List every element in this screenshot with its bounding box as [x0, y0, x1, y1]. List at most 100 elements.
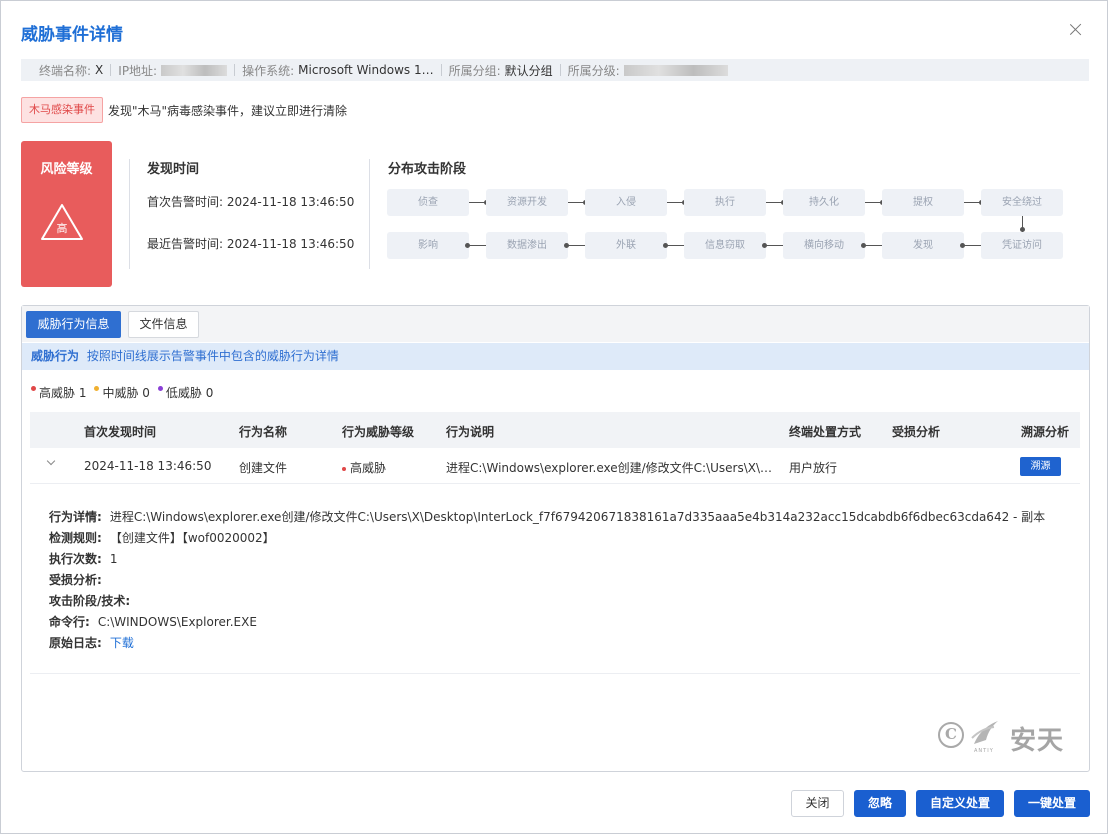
- tab-file-info[interactable]: 文件信息: [128, 311, 199, 338]
- detail-count: 执行次数: 1: [49, 550, 117, 567]
- col-trace: 溯源分析: [1021, 425, 1070, 439]
- download-link[interactable]: 下载: [110, 636, 134, 650]
- attack-stage-row1-0: 侦查: [387, 189, 469, 216]
- divider: [440, 64, 442, 76]
- legend-high: 高威胁 1: [31, 384, 86, 401]
- alert-message: 发现"木马"病毒感染事件，建议立即进行清除: [108, 104, 348, 118]
- threat-event-dialog: 威胁事件详情 终端名称: X IP地址: 操作系统: Microsoft Win…: [0, 0, 1108, 834]
- detail-damage: 受损分析:: [49, 571, 110, 588]
- stage-connector-dot: [465, 243, 470, 248]
- detail-damage-key: 受损分析:: [49, 573, 102, 587]
- col-action: 终端处置方式: [789, 425, 862, 439]
- stage-connector-dot: [960, 243, 965, 248]
- detail-behavior-key: 行为详情:: [49, 510, 102, 524]
- discovery-time-title: 发现时间: [147, 162, 200, 177]
- attack-stage-row1-3: 执行: [684, 189, 766, 216]
- attack-stage-row2-4: 横向移动: [783, 232, 865, 259]
- attack-stage-row1-4: 持久化: [783, 189, 865, 216]
- level-redacted: [623, 64, 728, 76]
- terminal-name: 终端名称: X: [39, 62, 103, 79]
- attack-stages-title: 分布攻击阶段: [388, 162, 467, 177]
- stage-connector-dot: [762, 243, 767, 248]
- stage-connector-dot: [564, 243, 569, 248]
- row-behavior-name: 创建文件: [239, 461, 288, 475]
- group-value: 默认分组: [504, 63, 553, 78]
- ignore-button[interactable]: 忽略: [854, 790, 906, 817]
- detail-rule-key: 检测规则:: [49, 531, 102, 545]
- trace-button[interactable]: 溯源: [1020, 457, 1061, 476]
- stage-connector-dot: [1020, 227, 1025, 232]
- detail-count-key: 执行次数:: [49, 552, 102, 566]
- last-alert-label: 最近告警时间:: [147, 237, 224, 251]
- low-dot-icon: [157, 386, 163, 391]
- last-alert-value: 2024-11-18 13:46:50: [226, 237, 355, 251]
- legend-low-label: 低威胁 0: [165, 386, 214, 400]
- attack-stage-row2-2: 外联: [585, 232, 667, 259]
- high-dot-icon: [31, 386, 36, 391]
- level: 所属分级:: [568, 62, 728, 79]
- attack-stage-row2-0: 影响: [387, 232, 469, 259]
- hint-title: 威胁行为: [31, 349, 80, 363]
- row-severity: 高威胁: [342, 459, 386, 476]
- event-type-tag: 木马感染事件: [21, 97, 103, 123]
- os-key: 操作系统:: [242, 63, 295, 78]
- risk-level-title: 风险等级: [40, 162, 93, 177]
- detail-stage: 攻击阶段/技术:: [49, 592, 138, 609]
- one-click-action-button[interactable]: 一键处置: [1014, 790, 1090, 817]
- group-key: 所属分组:: [448, 63, 501, 78]
- operating-system: 操作系统: Microsoft Windows 1…: [242, 62, 434, 79]
- stage-connector: [766, 245, 783, 246]
- hint-text: 按照时间线展示告警事件中包含的威胁行为详情: [86, 349, 339, 363]
- warning-triangle-icon: 高: [41, 204, 83, 240]
- attack-stage-row2-1: 数据渗出: [486, 232, 568, 259]
- last-alert-time: 最近告警时间: 2024-11-18 13:46:50: [147, 235, 354, 252]
- detail-count-value: 1: [109, 552, 118, 566]
- tab-threat-behavior[interactable]: 威胁行为信息: [26, 311, 121, 338]
- divider: [129, 159, 130, 269]
- behavior-detail: 行为详情: 进程C:\Windows\explorer.exe创建/修改文件C:\…: [30, 484, 1080, 674]
- stage-connector: [667, 245, 684, 246]
- stage-connector: [469, 245, 486, 246]
- dialog-title: 威胁事件详情: [21, 25, 123, 45]
- watermark-brand: 安天: [1010, 726, 1065, 756]
- ip-address: IP地址:: [118, 62, 228, 79]
- col-damage: 受损分析: [892, 425, 941, 439]
- close-button[interactable]: 关闭: [791, 790, 844, 817]
- chevron-down-icon[interactable]: [46, 457, 56, 467]
- ip-key: IP地址:: [118, 63, 158, 78]
- detail-behavior-value: 进程C:\Windows\explorer.exe创建/修改文件C:\Users…: [109, 510, 1046, 524]
- attack-stage-row1-2: 入侵: [585, 189, 667, 216]
- antiy-logo-icon: [971, 721, 998, 744]
- divider: [110, 64, 112, 76]
- row-first-time: 2024-11-18 13:46:50: [84, 459, 212, 473]
- group: 所属分组: 默认分组: [449, 62, 553, 79]
- stage-connector: [964, 245, 981, 246]
- detail-cmd-key: 命令行:: [49, 615, 90, 629]
- attack-stage-row1-6: 安全绕过: [981, 189, 1063, 216]
- first-alert-time: 首次告警时间: 2024-11-18 13:46:50: [147, 193, 354, 210]
- detail-stage-key: 攻击阶段/技术:: [49, 594, 131, 608]
- detail-log-key: 原始日志:: [49, 636, 102, 650]
- row-action: 用户放行: [789, 461, 838, 475]
- col-behavior-name: 行为名称: [239, 425, 288, 439]
- os-value: Microsoft Windows 1…: [298, 63, 434, 77]
- detail-cmd: 命令行: C:\WINDOWS\Explorer.EXE: [49, 613, 257, 630]
- legend-mid-label: 中威胁 0: [102, 386, 150, 400]
- col-first-time: 首次发现时间: [84, 425, 157, 439]
- col-severity: 行为威胁等级: [342, 425, 415, 439]
- stage-connector-dot: [663, 243, 668, 248]
- antiy-watermark: C 安天 ANTIY: [938, 716, 1078, 756]
- detail-cmd-value: C:\WINDOWS\Explorer.EXE: [97, 615, 257, 629]
- custom-action-button[interactable]: 自定义处置: [916, 790, 1004, 817]
- detail-rule: 检测规则: 【创建文件】【wof0020002】: [49, 529, 275, 546]
- stage-connector-dot: [861, 243, 866, 248]
- stage-connector: [568, 245, 585, 246]
- behavior-panel: 威胁行为信息 文件信息 威胁行为 按照时间线展示告警事件中包含的威胁行为详情 高…: [21, 305, 1090, 772]
- table-row[interactable]: 2024-11-18 13:46:50 创建文件 高威胁 进程C:\Window…: [30, 448, 1080, 484]
- terminal-info-bar: 终端名称: X IP地址: 操作系统: Microsoft Windows 1……: [21, 59, 1089, 81]
- legend-high-label: 高威胁 1: [39, 386, 87, 400]
- close-icon[interactable]: [1067, 21, 1085, 39]
- first-alert-label: 首次告警时间:: [147, 195, 224, 209]
- first-alert-value: 2024-11-18 13:46:50: [226, 195, 355, 209]
- detail-behavior: 行为详情: 进程C:\Windows\explorer.exe创建/修改文件C:\…: [49, 508, 1045, 525]
